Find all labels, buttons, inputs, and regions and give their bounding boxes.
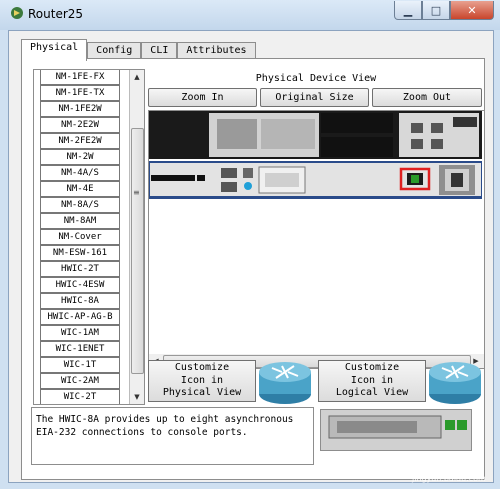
window-client: Physical Config CLI Attributes NM-1FE-FX… bbox=[8, 30, 494, 483]
router-logical-icon bbox=[429, 362, 481, 404]
module-list: NM-1FE-FX NM-1FE-TX NM-1FE2W NM-2E2W NM-… bbox=[33, 69, 145, 405]
module-item[interactable]: WIC-2AM bbox=[40, 373, 120, 389]
customize-logical-icon-button[interactable]: Customize Icon in Logical View bbox=[318, 360, 426, 402]
module-item[interactable]: HWIC-AP-AG-B bbox=[40, 309, 120, 325]
hwic-8a-module-icon bbox=[321, 410, 471, 450]
module-item[interactable]: NM-8AM bbox=[40, 213, 120, 229]
module-item[interactable]: HWIC-2T bbox=[40, 261, 120, 277]
module-item[interactable]: WIC-2T bbox=[40, 389, 120, 404]
module-item[interactable]: NM-2W bbox=[40, 149, 120, 165]
zoom-in-button[interactable]: Zoom In bbox=[148, 88, 257, 107]
module-item[interactable]: NM-4A/S bbox=[40, 165, 120, 181]
module-item[interactable]: WIC-1AM bbox=[40, 325, 120, 341]
customize-line: Customize bbox=[174, 362, 230, 374]
module-preview-image bbox=[320, 409, 472, 451]
tab-physical[interactable]: Physical bbox=[21, 39, 88, 61]
maximize-button[interactable]: □ bbox=[422, 1, 450, 20]
watermark-logo: Bai 经验 bbox=[388, 454, 431, 467]
customize-line: Physical View bbox=[162, 387, 242, 399]
original-size-button[interactable]: Original Size bbox=[260, 88, 369, 107]
module-item[interactable]: NM-2E2W bbox=[40, 117, 120, 133]
module-item[interactable]: NM-2FE2W bbox=[40, 133, 120, 149]
module-item[interactable]: NM-1FE-FX bbox=[40, 70, 120, 85]
physical-panel: NM-1FE-FX NM-1FE-TX NM-1FE2W NM-2E2W NM-… bbox=[21, 58, 485, 480]
module-item[interactable]: NM-ESW-161 bbox=[40, 245, 120, 261]
module-item[interactable]: HWIC-4ESW bbox=[40, 277, 120, 293]
module-item[interactable]: NM-8A/S bbox=[40, 197, 120, 213]
scroll-up-icon[interactable]: ▲ bbox=[130, 70, 144, 84]
module-list-scrollbar[interactable]: ▲ ≡ ▼ bbox=[129, 70, 144, 404]
maximize-icon: □ bbox=[430, 3, 442, 17]
module-description-box: The HWIC-8A provides up to eight asynchr… bbox=[31, 407, 314, 465]
module-item[interactable]: WIC-1T bbox=[40, 357, 120, 373]
scroll-down-icon[interactable]: ▼ bbox=[130, 390, 144, 404]
window-title: Router25 bbox=[28, 7, 84, 21]
router-chassis bbox=[148, 111, 483, 353]
customize-line: Customize bbox=[344, 362, 400, 374]
module-item[interactable]: NM-1FE-TX bbox=[40, 85, 120, 101]
close-button[interactable]: ✕ bbox=[450, 1, 494, 20]
close-icon: ✕ bbox=[467, 3, 477, 17]
module-item[interactable]: NM-4E bbox=[40, 181, 120, 197]
physical-device-view bbox=[148, 110, 485, 356]
module-item[interactable]: NM-Cover bbox=[40, 229, 120, 245]
device-view-title: Physical Device View bbox=[255, 73, 377, 84]
watermark-url: jingyan.baidu.com bbox=[412, 474, 486, 483]
customize-line: Icon in bbox=[180, 374, 224, 386]
module-item[interactable]: NM-1FE2W bbox=[40, 101, 120, 117]
module-item[interactable]: WIC-1ENET bbox=[40, 341, 120, 357]
minimize-icon: ▁ bbox=[403, 3, 413, 17]
customize-line: Logical View bbox=[335, 387, 409, 399]
caption-buttons: ▁ □ ✕ bbox=[394, 1, 494, 20]
minimize-button[interactable]: ▁ bbox=[394, 1, 422, 20]
router-config-window: Router25 ▁ □ ✕ Physical Config CLI Attri… bbox=[0, 0, 500, 489]
module-description: The HWIC-8A provides up to eight asynchr… bbox=[36, 414, 294, 438]
tab-strip: Physical Config CLI Attributes bbox=[21, 39, 256, 61]
customize-physical-icon-button[interactable]: Customize Icon in Physical View bbox=[148, 360, 256, 402]
router-physical-icon bbox=[259, 362, 311, 404]
grip-icon: ≡ bbox=[133, 188, 140, 197]
packet-tracer-icon bbox=[11, 7, 23, 19]
title-bar: Router25 ▁ □ ✕ bbox=[0, 0, 500, 30]
module-item[interactable]: HWIC-8A bbox=[40, 293, 120, 309]
zoom-out-button[interactable]: Zoom Out bbox=[372, 88, 482, 107]
scroll-thumb[interactable] bbox=[131, 128, 144, 374]
customize-line: Icon in bbox=[350, 374, 394, 386]
